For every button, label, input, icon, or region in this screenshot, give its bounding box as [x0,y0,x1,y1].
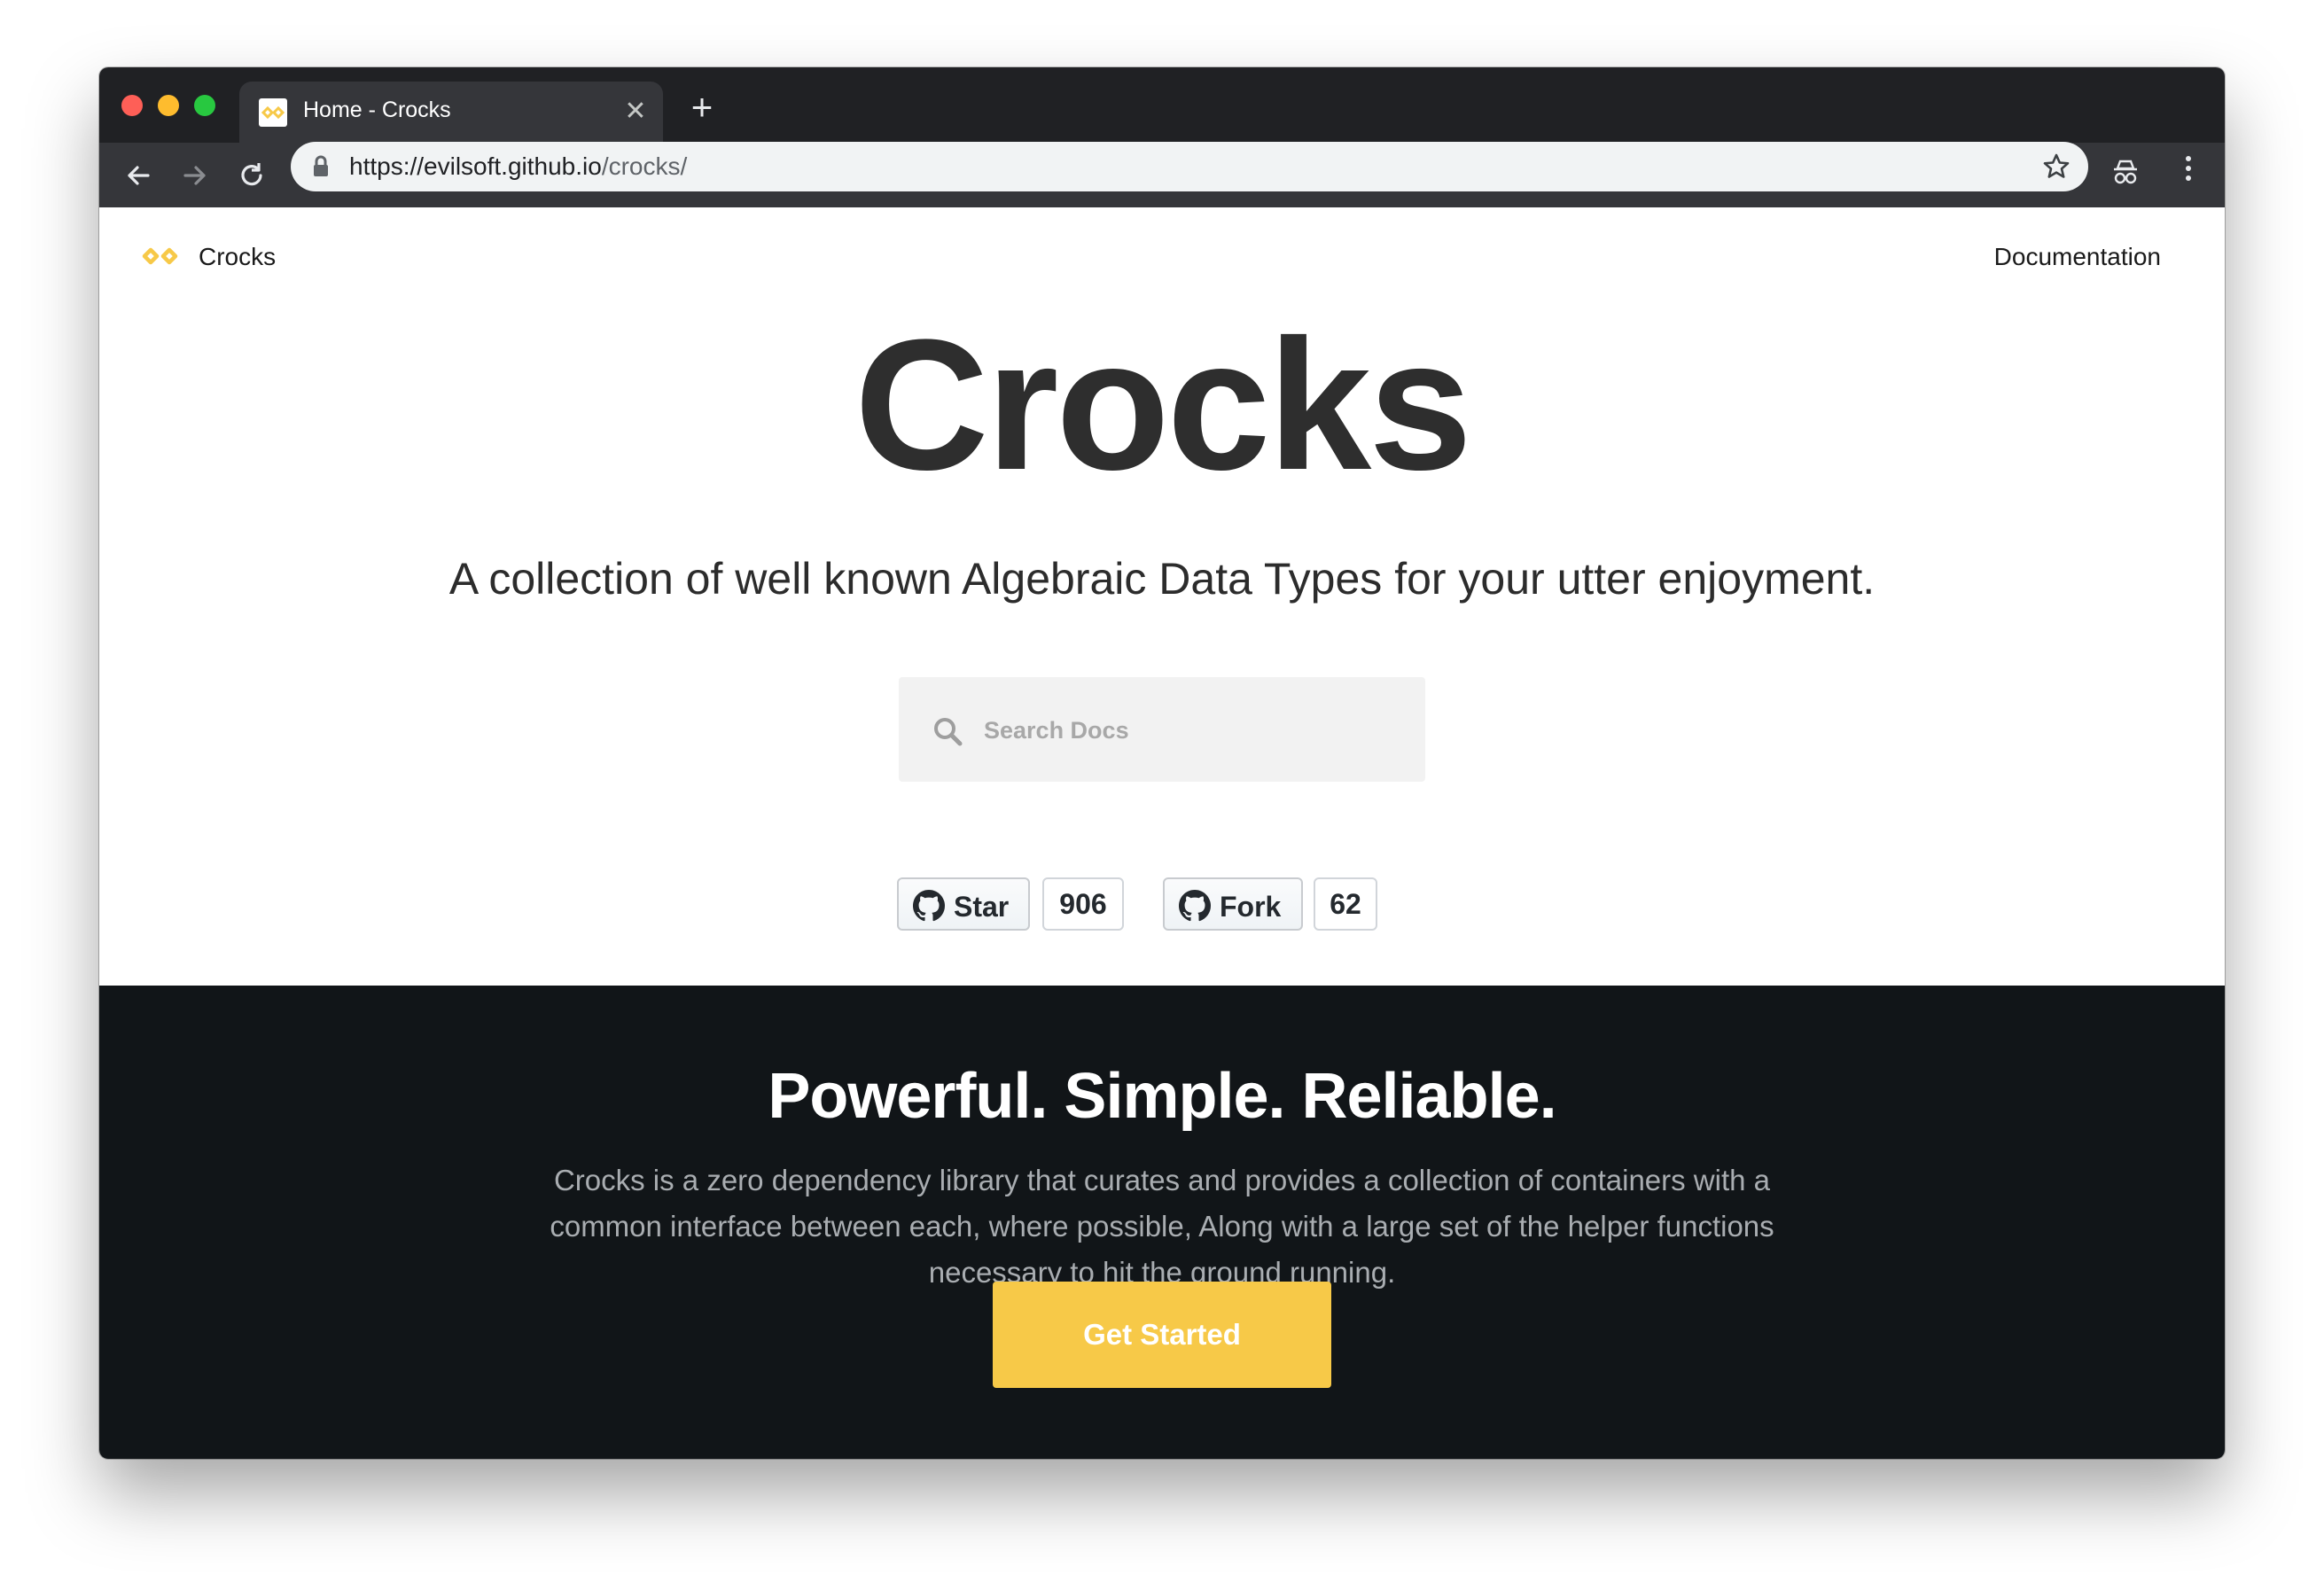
github-icon [913,890,945,922]
features-description: Crocks is a zero dependency library that… [550,1164,1774,1289]
forward-button[interactable] [178,159,212,192]
fork-label: Fork [1220,891,1282,923]
browser-menu-icon[interactable] [2183,156,2194,188]
fork-count[interactable]: 62 [1314,877,1377,931]
features-tagline: Powerful. Simple. Reliable. [768,1061,1556,1132]
search-icon [934,718,963,746]
search-input[interactable] [984,713,1392,748]
maximize-window-button[interactable] [194,95,215,116]
new-tab-button[interactable]: + [686,89,718,126]
github-fork-button[interactable]: Fork [1163,877,1303,931]
url-host: https://evilsoft.github.io [349,152,602,180]
lock-icon [314,155,328,176]
tab-title: Home - Crocks [303,97,451,122]
url-path: /crocks/ [601,152,688,180]
documentation-link[interactable]: Documentation [1994,243,2161,271]
crocks-logo-icon[interactable] [142,246,181,267]
tab-close-icon[interactable]: ✕ [622,98,649,125]
incognito-extension-icon[interactable] [2112,158,2139,186]
reload-icon [241,163,262,186]
site-name-link[interactable]: Crocks [199,243,276,271]
arrow-right-icon [183,166,206,185]
bookmark-star-icon[interactable] [2042,152,2071,181]
get-started-button[interactable]: Get Started [993,1282,1331,1388]
minimize-window-button[interactable] [158,95,179,116]
browser-window: Home - Crocks ✕ + https://evilsoft.githu… [99,67,2225,1459]
arrow-left-icon [128,166,150,185]
github-icon [1179,890,1211,922]
page-content: Crocks Documentation Crocks A collection… [99,207,2225,1459]
url-text: https://evilsoft.github.io/crocks/ [349,152,687,181]
tab-strip: Home - Crocks ✕ + [99,67,2225,143]
star-count[interactable]: 906 [1042,877,1124,931]
crocks-favicon-icon [259,98,287,127]
search-box[interactable] [899,677,1425,782]
star-label: Star [954,891,1010,923]
close-window-button[interactable] [121,95,143,116]
reload-button[interactable] [235,159,269,192]
hero-title: Crocks [854,300,1472,509]
github-star-button[interactable]: Star [897,877,1030,931]
tab-home-crocks[interactable]: Home - Crocks ✕ [239,82,663,143]
back-button[interactable] [121,159,155,192]
hero-subtitle: A collection of well known Algebraic Dat… [448,554,1876,604]
address-bar[interactable]: https://evilsoft.github.io/crocks/ [291,142,2088,191]
